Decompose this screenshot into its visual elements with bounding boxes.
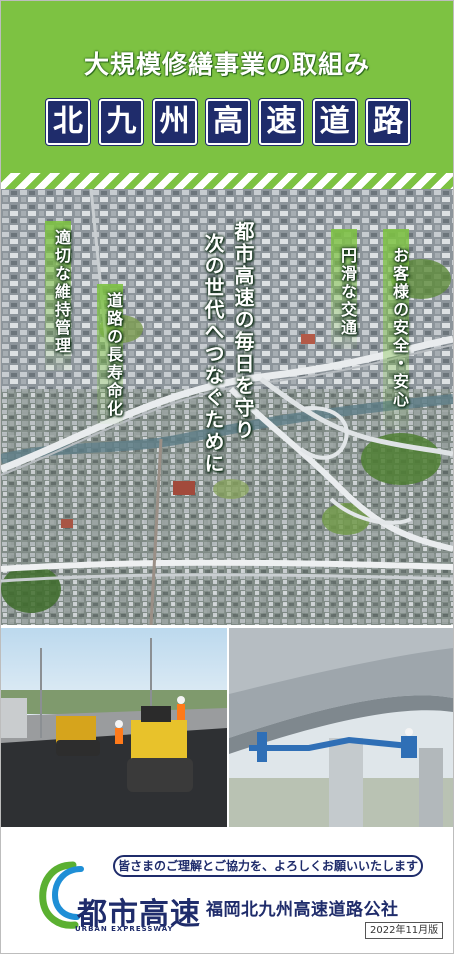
title-row: 北 九 州 高 速 道 路 — [46, 99, 410, 145]
bridge-illustration — [229, 628, 453, 827]
cooperation-banner: 皆さまのご理解とご協力を、よろしくお願いいたします — [113, 855, 423, 877]
title-char: 九 — [99, 99, 144, 145]
paving-illustration — [1, 628, 227, 827]
title-char: 路 — [365, 99, 410, 145]
company-name: 福岡北九州高速道路公社 — [206, 900, 399, 920]
subtitle: 大規模修繕事業の取組み — [83, 50, 370, 79]
title-char: 速 — [259, 99, 304, 145]
logo-subtext: URBAN EXPRESSWAY — [75, 925, 174, 933]
message-center-line1: 都市高速の毎日を守り — [231, 221, 255, 441]
title-char: 州 — [152, 99, 197, 145]
message-smooth-traffic: 円滑な交通 — [338, 247, 357, 337]
message-center-line2: 次の世代へつなぐために — [201, 233, 225, 475]
message-safety: お客様の安全・安心 — [390, 247, 409, 409]
bridge-inspection-photo — [229, 628, 453, 827]
message-longevity: 道路の長寿命化 — [104, 292, 123, 418]
title-char: 北 — [46, 99, 90, 145]
title-char: 高 — [205, 99, 250, 145]
aerial-city-photo: 適切な維持管理 道路の長寿命化 都市高速の毎日を守り 次の世代へつなぐために 円… — [1, 189, 453, 625]
brochure-cover: 大規模修繕事業の取組み 北 九 州 高 速 道 路 適切な維持管理 道路の長寿命… — [0, 0, 454, 954]
diagonal-stripe-divider — [1, 173, 453, 189]
edition-label: 2022年11月版 — [365, 922, 444, 939]
header-band: 大規模修繕事業の取組み 北 九 州 高 速 道 路 — [1, 1, 453, 173]
paving-work-photo — [1, 628, 227, 827]
title-char: 道 — [312, 99, 357, 145]
message-maintenance: 適切な維持管理 — [52, 229, 71, 355]
